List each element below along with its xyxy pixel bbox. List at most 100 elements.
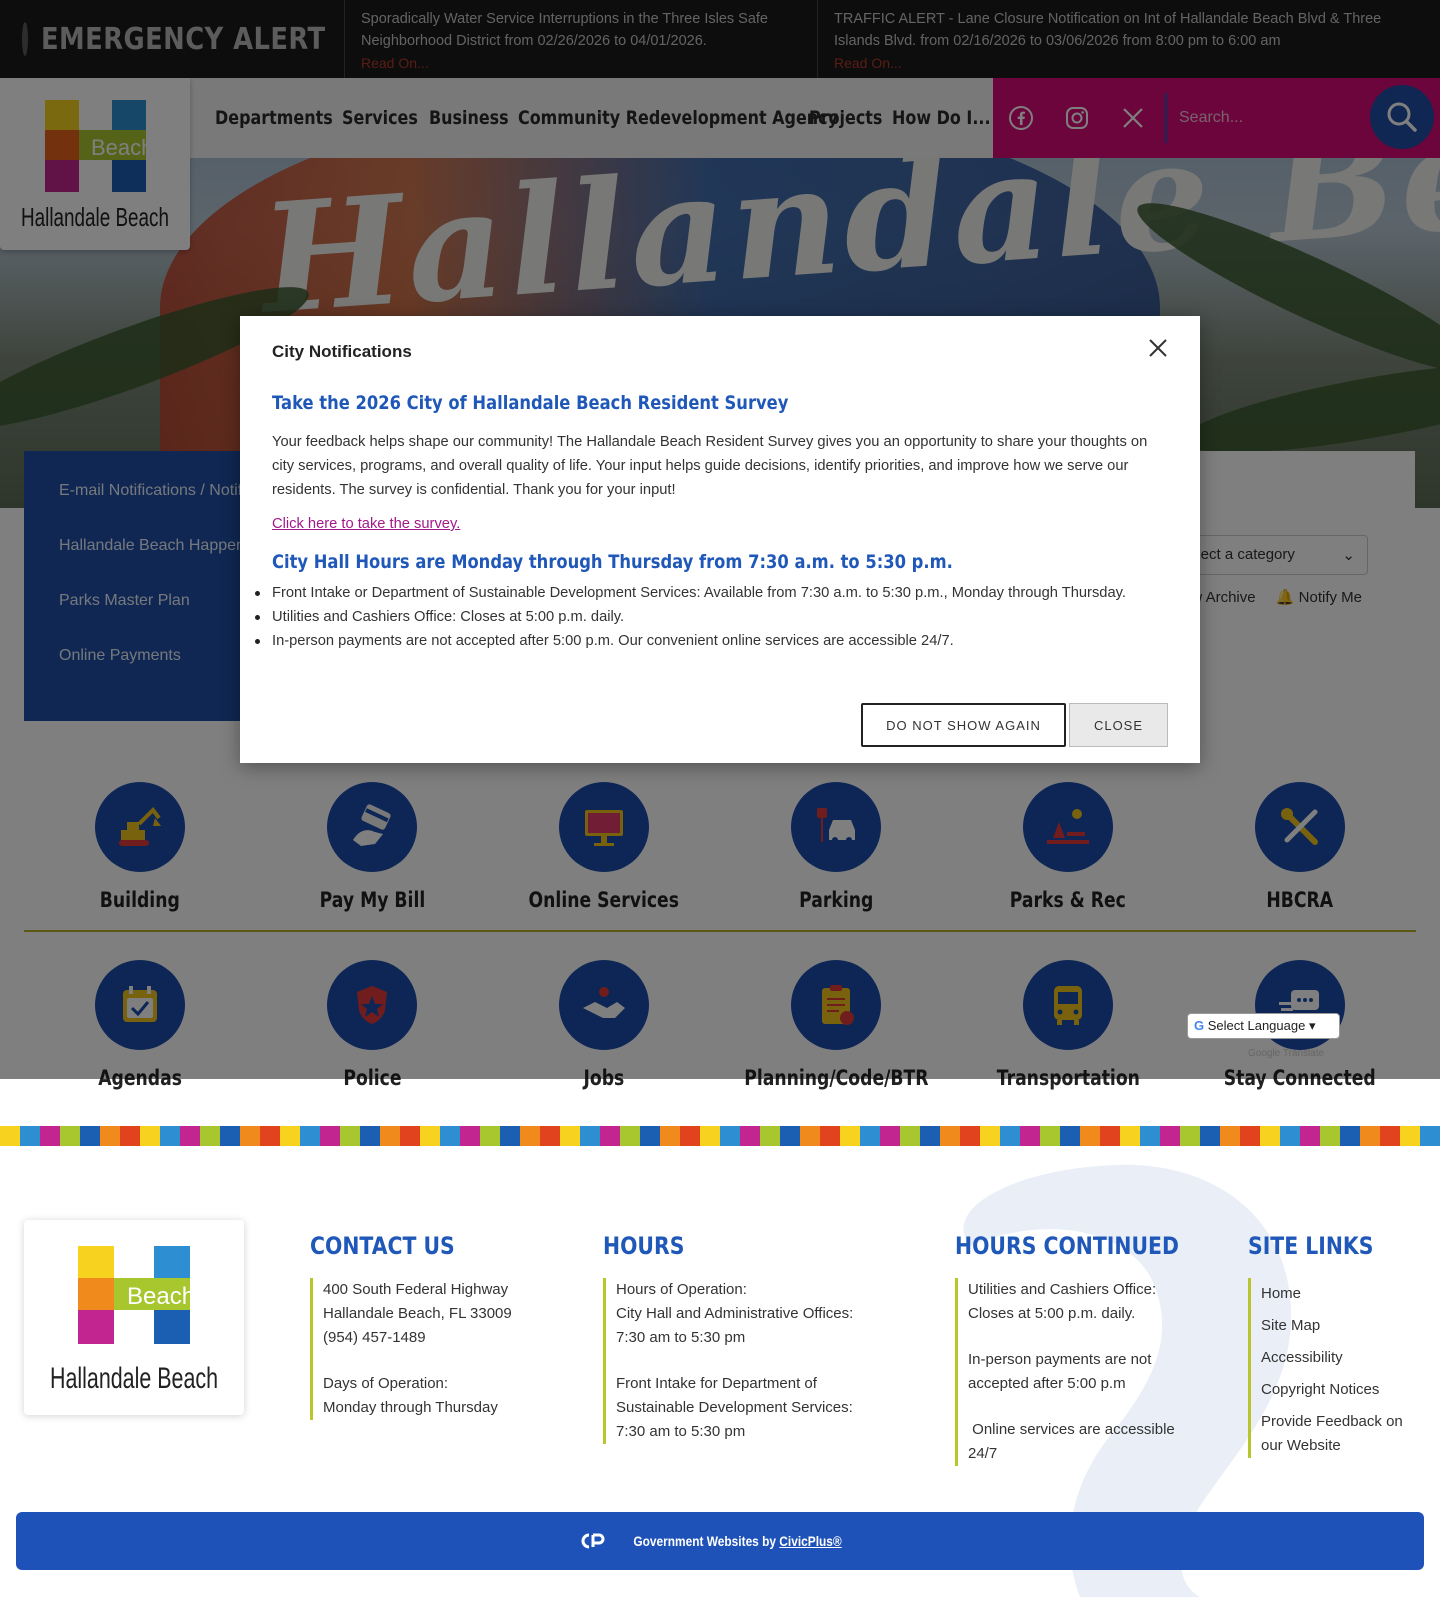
stripe-square — [120, 1126, 140, 1146]
vendor-credit-prefix: Government Websites by — [633, 1533, 780, 1549]
footer-logo[interactable]: Beach Hallandale Beach — [24, 1220, 244, 1415]
stripe-square — [980, 1126, 1000, 1146]
stripe-square — [1280, 1126, 1300, 1146]
stripe-square — [700, 1126, 720, 1146]
survey-heading: Take the 2026 City of Hallandale Beach R… — [272, 392, 789, 414]
footer-link-accessibility[interactable]: Accessibility — [1261, 1342, 1423, 1374]
stripe-square — [1140, 1126, 1160, 1146]
footer-contact-body: 400 South Federal Highway Hallandale Bea… — [310, 1278, 570, 1420]
hours-line: Front Intake for Department of — [616, 1375, 817, 1392]
footer-link-feedback[interactable]: Provide Feedback on — [1261, 1410, 1423, 1434]
stripe-square — [1300, 1126, 1320, 1146]
stripe-square — [720, 1126, 740, 1146]
footer-hours: HOURS Hours of Operation: City Hall and … — [603, 1232, 903, 1444]
footer-site-links: SITE LINKS Home Site Map Accessibility C… — [1248, 1232, 1423, 1458]
stripe-square — [440, 1126, 460, 1146]
stripe-square — [1120, 1126, 1140, 1146]
stripe-square — [640, 1126, 660, 1146]
stripe-square — [140, 1126, 160, 1146]
hours-bullet: In-person payments are not accepted afte… — [255, 629, 1168, 653]
contact-address-line: 400 South Federal Highway — [323, 1281, 509, 1298]
stripe-square — [940, 1126, 960, 1146]
city-hall-hours-heading: City Hall Hours are Monday through Thurs… — [272, 551, 953, 573]
google-icon: G — [1194, 1018, 1205, 1033]
stripe-square — [180, 1126, 200, 1146]
stripe-square — [1000, 1126, 1020, 1146]
footer-hours-continued: HOURS CONTINUED Utilities and Cashiers O… — [955, 1232, 1205, 1466]
stripe-square — [1380, 1126, 1400, 1146]
footer-site-links-heading: SITE LINKS — [1248, 1232, 1374, 1260]
stripe-square — [1100, 1126, 1120, 1146]
google-translate-credit[interactable]: Google Translate — [1248, 1048, 1324, 1059]
stripe-square — [800, 1126, 820, 1146]
logo-h-icon: Beach Hallandale Beach — [50, 1246, 218, 1395]
stripe-square — [620, 1126, 640, 1146]
stripe-square — [60, 1126, 80, 1146]
stripe-square — [1020, 1126, 1040, 1146]
stripe-square — [780, 1126, 800, 1146]
footer-link-site-map[interactable]: Site Map — [1261, 1310, 1423, 1342]
stripe-square — [200, 1126, 220, 1146]
stripe-square — [320, 1126, 340, 1146]
stripe-square — [340, 1126, 360, 1146]
stripe-square — [40, 1126, 60, 1146]
stripe-square — [860, 1126, 880, 1146]
language-select[interactable]: G Select Language ▾ — [1187, 1013, 1340, 1039]
contact-days-label: Days of Operation: — [323, 1375, 449, 1392]
close-button[interactable]: CLOSE — [1069, 703, 1168, 747]
stripe-square — [660, 1126, 680, 1146]
svg-text:Hallandale Beach: Hallandale Beach — [50, 1362, 218, 1395]
stripe-square — [380, 1126, 400, 1146]
stripe-square — [360, 1126, 380, 1146]
hours-cont-line: accepted after 5:00 p.m — [968, 1375, 1126, 1392]
stripe-square — [160, 1126, 180, 1146]
stripe-square — [1180, 1126, 1200, 1146]
stripe-square — [80, 1126, 100, 1146]
stripe-square — [1360, 1126, 1380, 1146]
city-notifications-modal: City Notifications Take the 2026 City of… — [240, 316, 1200, 763]
modal-buttons: DO NOT SHOW AGAIN CLOSE — [861, 703, 1168, 747]
stripe-square — [0, 1126, 20, 1146]
do-not-show-again-button[interactable]: DO NOT SHOW AGAIN — [861, 703, 1066, 747]
hours-bullet: Front Intake or Department of Sustainabl… — [255, 581, 1168, 605]
stripe-square — [260, 1126, 280, 1146]
hours-cont-line: Utilities and Cashiers Office: — [968, 1281, 1157, 1298]
hours-line: 7:30 am to 5:30 pm — [616, 1329, 746, 1346]
stripe-square — [1320, 1126, 1340, 1146]
stripe-square — [460, 1126, 480, 1146]
modal-title: City Notifications — [272, 342, 412, 361]
stripe-square — [680, 1126, 700, 1146]
stripe-square — [880, 1126, 900, 1146]
civicplus-link[interactable]: CivicPlus® — [780, 1533, 842, 1549]
footer-link-feedback-2[interactable]: our Website — [1261, 1434, 1423, 1458]
stripe-square — [1160, 1126, 1180, 1146]
hours-bullet: Utilities and Cashiers Office: Closes at… — [255, 605, 1168, 629]
decorative-color-stripe — [0, 1126, 1440, 1146]
footer-contact: CONTACT US 400 South Federal Highway Hal… — [310, 1232, 570, 1420]
modal-close-icon[interactable] — [1146, 336, 1170, 360]
hours-line: 7:30 am to 5:30 pm — [616, 1423, 746, 1440]
footer-hours-body: Hours of Operation: City Hall and Admini… — [603, 1278, 903, 1444]
footer-link-home[interactable]: Home — [1261, 1278, 1423, 1310]
stripe-square — [740, 1126, 760, 1146]
footer-hours-continued-body: Utilities and Cashiers Office: Closes at… — [955, 1278, 1205, 1466]
stripe-square — [480, 1126, 500, 1146]
stripe-square — [1340, 1126, 1360, 1146]
stripe-square — [560, 1126, 580, 1146]
footer: Beach Hallandale Beach CONTACT US 400 So… — [0, 1146, 1440, 1597]
contact-days-value: Monday through Thursday — [323, 1399, 498, 1416]
contact-phone-link[interactable]: (954) 457-1489 — [323, 1326, 570, 1350]
civicplus-logo-icon — [582, 1533, 605, 1549]
stripe-square — [820, 1126, 840, 1146]
footer-hours-heading: HOURS — [603, 1232, 685, 1260]
stripe-square — [1240, 1126, 1260, 1146]
stripe-square — [900, 1126, 920, 1146]
footer-hours-continued-heading: HOURS CONTINUED — [955, 1232, 1179, 1260]
vendor-credit-bar: Government Websites by CivicPlus® — [16, 1512, 1424, 1570]
footer-link-copyright[interactable]: Copyright Notices — [1261, 1374, 1423, 1406]
stripe-square — [600, 1126, 620, 1146]
stripe-square — [220, 1126, 240, 1146]
svg-text:Beach: Beach — [127, 1283, 195, 1310]
hours-cont-line: 24/7 — [968, 1445, 998, 1462]
survey-link[interactable]: Click here to take the survey. — [272, 516, 460, 532]
